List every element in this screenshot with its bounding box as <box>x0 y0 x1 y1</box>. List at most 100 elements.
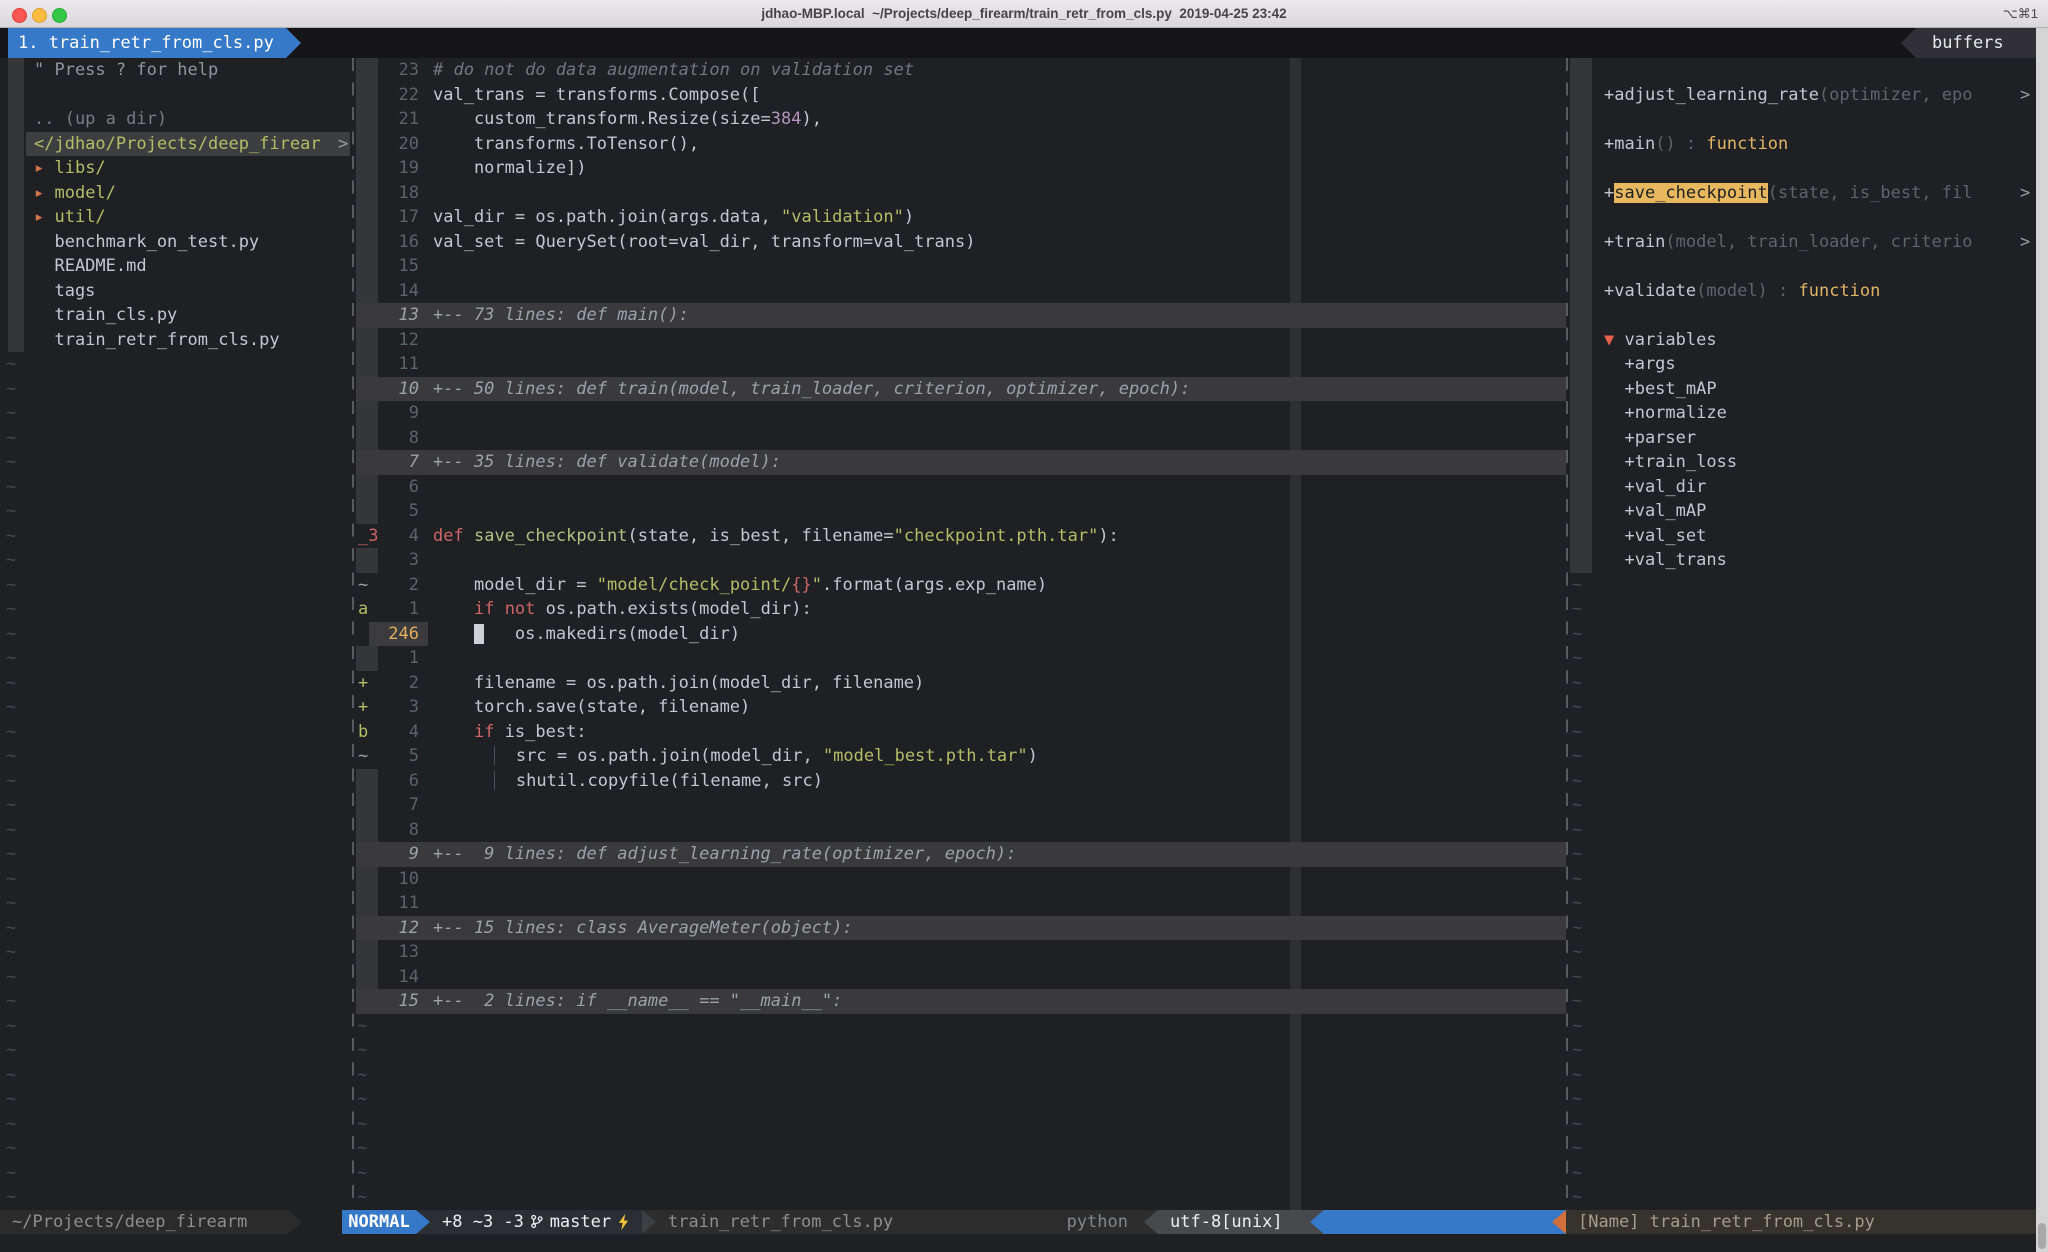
dirty-flag-lightning-icon <box>617 1213 630 1231</box>
close-window-icon[interactable] <box>12 8 27 23</box>
code-line[interactable]: 14 <box>355 279 1566 304</box>
tree-dir-libs[interactable]: ▸ libs/ <box>0 156 353 181</box>
code-line[interactable]: 18 <box>355 181 1566 206</box>
filler-tilde: ~ <box>0 744 353 769</box>
code-line[interactable]: _34def save_checkpoint(state, is_best, f… <box>355 524 1566 549</box>
code-line[interactable]: 6 shutil.copyfile(filename, src) <box>355 769 1566 794</box>
filler-tilde: ~ <box>1568 744 2036 769</box>
code-line[interactable]: 1 <box>355 646 1566 671</box>
tree-dir-model[interactable]: ▸ model/ <box>0 181 353 206</box>
code-line[interactable]: 15 <box>355 254 1566 279</box>
tree-file[interactable]: train_retr_from_cls.py <box>0 328 353 353</box>
tag-args[interactable]: +args <box>1568 352 2036 377</box>
code-line[interactable]: 12 <box>355 328 1566 353</box>
code-line[interactable]: +3 torch.save(state, filename) <box>355 695 1566 720</box>
code-line[interactable]: ~2 model_dir = "model/check_point/{}".fo… <box>355 573 1566 598</box>
tree-file[interactable]: benchmark_on_test.py <box>0 230 353 255</box>
code-line[interactable]: 20 transforms.ToTensor(), <box>355 132 1566 157</box>
code-line[interactable]: +2 filename = os.path.join(model_dir, fi… <box>355 671 1566 696</box>
tab-active[interactable]: 1. train_retr_from_cls.py <box>8 28 286 58</box>
code-line[interactable]: 21 custom_transform.Resize(size=384), <box>355 107 1566 132</box>
vim-mode-indicator: NORMAL <box>342 1210 416 1235</box>
code-line[interactable]: 19 normalize]) <box>355 156 1566 181</box>
tag-kind-variables[interactable]: ▼ variables <box>1568 328 2036 353</box>
scrollbar[interactable] <box>2036 28 2048 1252</box>
tag-parser[interactable]: +parser <box>1568 426 2036 451</box>
minimize-window-icon[interactable] <box>32 8 47 23</box>
line-number: 10 <box>369 867 419 892</box>
line-number: 7 <box>369 793 419 818</box>
fold-line[interactable]: 7+-- 35 lines: def validate(model): <box>355 450 1566 475</box>
tag-save_checkpoint[interactable]: +save_checkpoint(state, is_best, fil> <box>1568 181 2036 206</box>
command-line[interactable] <box>0 1234 2048 1252</box>
tree-file[interactable]: README.md <box>0 254 353 279</box>
code-line[interactable]: 11 <box>355 352 1566 377</box>
filler-tilde: ~ <box>1568 916 2036 941</box>
code-line[interactable]: 23# do not do data augmentation on valid… <box>355 58 1566 83</box>
code-line[interactable]: b4 if is_best: <box>355 720 1566 745</box>
window-shortcut-hint: ⌥⌘1 <box>2003 0 2038 27</box>
code-line[interactable]: 9 <box>355 401 1566 426</box>
filler-tilde: ~ <box>355 1014 1566 1039</box>
tag-train[interactable]: +train(model, train_loader, criterio> <box>1568 230 2036 255</box>
tag-best_mAP[interactable]: +best_mAP <box>1568 377 2036 402</box>
tree-file[interactable]: train_cls.py <box>0 303 353 328</box>
line-number: 5 <box>369 744 419 769</box>
tag-normalize[interactable]: +normalize <box>1568 401 2036 426</box>
nerdtree-window[interactable]: " Press ? for help .. (up a dir)</jdhao/P… <box>0 58 353 1210</box>
maximize-window-icon[interactable] <box>52 8 67 23</box>
window-separator[interactable] <box>352 58 354 1210</box>
editor-window[interactable]: 23# do not do data augmentation on valid… <box>355 58 1566 1210</box>
line-number: 1 <box>369 646 419 671</box>
filler-tilde: ~ <box>0 769 353 794</box>
tag-val_dir[interactable]: +val_dir <box>1568 475 2036 500</box>
tab-arrow-decoration <box>286 28 301 58</box>
tree-file[interactable]: tags <box>0 279 353 304</box>
filler-tilde: ~ <box>1568 891 2036 916</box>
fold-line[interactable]: 13+-- 73 lines: def main(): <box>355 303 1566 328</box>
tree-up-dir[interactable]: .. (up a dir) <box>0 107 353 132</box>
fold-line[interactable]: 10+-- 50 lines: def train(model, train_l… <box>355 377 1566 402</box>
code-line[interactable]: 6 <box>355 475 1566 500</box>
filler-tilde: ~ <box>0 867 353 892</box>
code-line[interactable]: 3 <box>355 548 1566 573</box>
tag-adjust_learning_rate[interactable]: +adjust_learning_rate(optimizer, epo> <box>1568 83 2036 108</box>
iterm-window: jdhao-MBP.local ~/Projects/deep_firearm/… <box>0 0 2048 1252</box>
code-line[interactable]: 10 <box>355 867 1566 892</box>
fold-line[interactable]: 12+-- 15 lines: class AverageMeter(objec… <box>355 916 1566 941</box>
tree-root[interactable]: </jdhao/Projects/deep_firear> <box>0 132 353 157</box>
tag-val_set[interactable]: +val_set <box>1568 524 2036 549</box>
filler-tilde: ~ <box>0 916 353 941</box>
code-line[interactable]: 11 <box>355 891 1566 916</box>
fold-line[interactable]: 15+-- 2 lines: if __name__ == "__main__"… <box>355 989 1566 1014</box>
tree-dir-util[interactable]: ▸ util/ <box>0 205 353 230</box>
code-line[interactable]: 14 <box>355 965 1566 990</box>
filler-tilde: ~ <box>0 793 353 818</box>
code-line[interactable]: 5 <box>355 499 1566 524</box>
tag-val_mAP[interactable]: +val_mAP <box>1568 499 2036 524</box>
code-line[interactable]: ~5 src = os.path.join(model_dir, "model_… <box>355 744 1566 769</box>
tag-val_trans[interactable]: +val_trans <box>1568 548 2036 573</box>
code-line[interactable]: 17val_dir = os.path.join(args.data, "val… <box>355 205 1566 230</box>
tagbar-window[interactable]: +adjust_learning_rate(optimizer, epo> +ma… <box>1568 58 2036 1210</box>
statusline-position-section: 86% ≡ 246/284ln : 5 <box>1324 1210 1552 1235</box>
tag-main[interactable]: +main() : function <box>1568 132 2036 157</box>
code-line[interactable]: 8 <box>355 818 1566 843</box>
vim-text-area: " Press ? for help .. (up a dir)</jdhao/P… <box>0 58 2048 1210</box>
code-line[interactable]: 7 <box>355 793 1566 818</box>
code-line[interactable]: 16val_set = QuerySet(root=val_dir, trans… <box>355 230 1566 255</box>
statusline-cwd: ~/Projects/deep_firearm <box>0 1210 288 1235</box>
line-number: 11 <box>369 352 419 377</box>
code-line[interactable]: a1 if not os.path.exists(model_dir): <box>355 597 1566 622</box>
fold-line[interactable]: 9+-- 9 lines: def adjust_learning_rate(o… <box>355 842 1566 867</box>
code-line[interactable]: 246 os.makedirs(model_dir) <box>355 622 1566 647</box>
code-line[interactable]: 13 <box>355 940 1566 965</box>
filler-tilde: ~ <box>0 1185 353 1210</box>
tabline-buffers-label: buffers <box>1916 28 2048 58</box>
tag-train_loss[interactable]: +train_loss <box>1568 450 2036 475</box>
tag-validate[interactable]: +validate(model) : function <box>1568 279 2036 304</box>
scrollbar-thumb[interactable] <box>2038 1223 2046 1249</box>
code-line[interactable]: 8 <box>355 426 1566 451</box>
code-line[interactable]: 22val_trans = transforms.Compose([ <box>355 83 1566 108</box>
tree-help[interactable]: " Press ? for help <box>0 58 353 83</box>
